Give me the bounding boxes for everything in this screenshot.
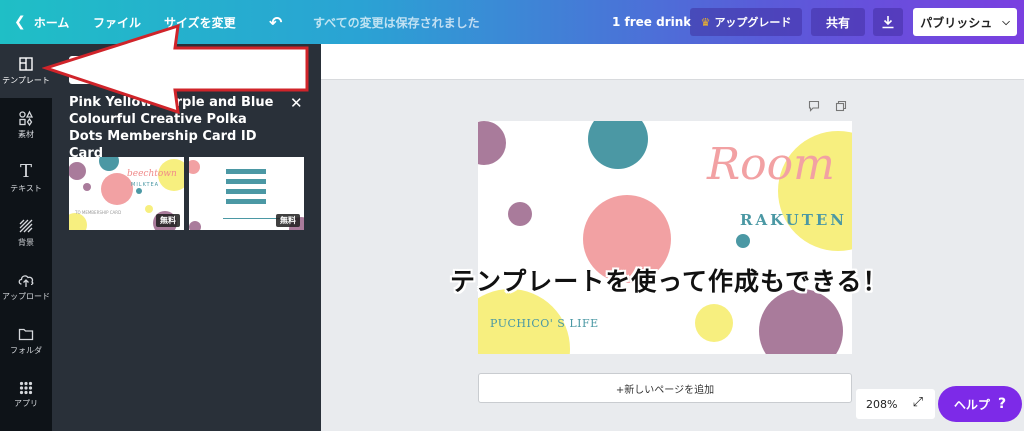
rail-item-apps[interactable]: アプリ xyxy=(0,368,52,422)
download-icon xyxy=(882,16,894,29)
rail-item-upload[interactable]: アップロード xyxy=(0,260,52,314)
thumbnail-subtitle: MILKTEA xyxy=(131,182,160,188)
apps-icon xyxy=(19,381,33,395)
rail-item-background[interactable]: 背景 xyxy=(0,206,52,260)
rail-item-text[interactable]: T テキスト xyxy=(0,152,52,206)
rail-label: 背景 xyxy=(18,238,34,247)
crown-icon: ♛ xyxy=(700,15,711,29)
rail-label: 素材 xyxy=(18,130,34,139)
zoom-control[interactable]: 208% ⤢ xyxy=(856,389,935,419)
card-footer: PUCHICO' S LIFE xyxy=(490,317,599,330)
template-thumbnail-1[interactable]: beechtown MILKTEA TO MEMBERSHIP CARD 無料 xyxy=(69,157,184,230)
thumbnail-bar xyxy=(226,189,266,194)
free-drink-link[interactable]: 1 free drink xyxy=(612,0,691,44)
editor-toolbar xyxy=(321,44,1024,80)
save-status: すべての変更は保存されました xyxy=(313,15,480,30)
zoom-level: 208% xyxy=(866,397,898,411)
folder-icon xyxy=(18,328,34,341)
download-button[interactable] xyxy=(873,8,903,36)
rail-label: フォルダ xyxy=(10,346,42,355)
rail-label: テキスト xyxy=(10,184,42,193)
thumbnail-line xyxy=(223,218,281,219)
help-label: ヘルプ xyxy=(953,397,990,412)
background-icon xyxy=(19,219,33,233)
copy-icon[interactable] xyxy=(835,100,847,112)
thumbnail-bar xyxy=(226,169,266,174)
rail-label: アップロード xyxy=(2,292,50,301)
elements-icon xyxy=(19,110,34,126)
free-badge: 無料 xyxy=(156,214,180,227)
design-card[interactable]: Room RAKUTEN PUCHICO' S LIFE xyxy=(478,121,852,354)
thumbnail-bar xyxy=(226,179,266,184)
thumbnail-bar xyxy=(226,199,266,204)
question-icon: ? xyxy=(997,396,1007,412)
template-thumbnail-2[interactable]: 無料 xyxy=(189,157,304,230)
overlay-caption: テンプレートを使って作成もできる！ xyxy=(450,267,889,296)
annotation-arrow-icon xyxy=(42,23,309,115)
free-badge: 無料 xyxy=(276,214,300,227)
upgrade-label: アップグレード xyxy=(714,16,792,29)
publish-label: パブリッシュ xyxy=(920,15,993,30)
add-page-button[interactable]: +新しいページを追加 xyxy=(478,373,852,403)
help-button[interactable]: ヘルプ ? xyxy=(938,386,1022,422)
comment-icon[interactable] xyxy=(808,100,820,112)
chevron-left-icon: ❮ xyxy=(14,14,26,30)
chevron-down-icon: ⌵ xyxy=(1002,16,1010,28)
share-button[interactable]: 共有 xyxy=(811,8,865,36)
rail-label: アプリ xyxy=(14,399,38,408)
publish-button[interactable]: パブリッシュ ⌵ xyxy=(913,8,1017,36)
expand-icon[interactable]: ⤢ xyxy=(913,395,923,410)
rail-item-folder[interactable]: フォルダ xyxy=(0,314,52,368)
thumbnail-brand: beechtown xyxy=(127,169,177,179)
upload-icon xyxy=(18,275,34,287)
template-icon xyxy=(19,57,33,71)
card-subtitle: RAKUTEN xyxy=(740,211,847,229)
upgrade-button[interactable]: ♛ アップグレード xyxy=(690,8,802,36)
text-icon: T xyxy=(19,161,32,182)
thumbnail-footer: TO MEMBERSHIP CARD xyxy=(75,210,122,215)
card-title: Room xyxy=(707,139,835,190)
